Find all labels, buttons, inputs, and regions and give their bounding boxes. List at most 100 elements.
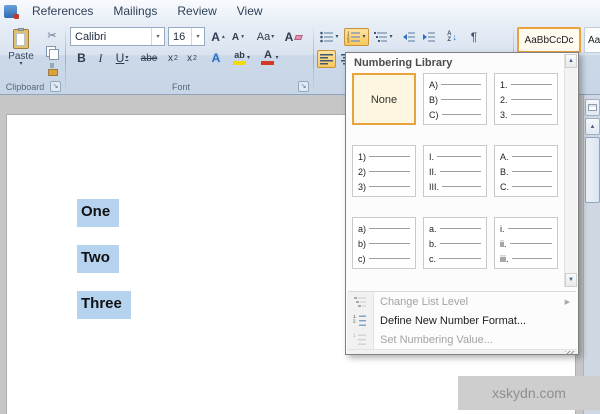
numbering-option-none[interactable]: None	[352, 73, 416, 125]
numbering-item-label: c)	[358, 253, 366, 264]
numbering-item-label: 1.	[500, 79, 508, 90]
change-case-button[interactable]: Aa ▾	[252, 28, 279, 46]
clipboard-dialog-launcher[interactable]: ↘	[50, 81, 61, 92]
selected-text-line[interactable]: Two	[77, 245, 119, 273]
format-painter-button[interactable]	[41, 61, 63, 77]
numbering-item-label: 3.	[500, 109, 508, 120]
numbering-option[interactable]: A) B) C)	[423, 73, 487, 125]
font-size-select[interactable]: 16 ▾	[168, 27, 205, 46]
scroll-up-button[interactable]: ▲	[585, 118, 600, 135]
ruler-icon	[588, 104, 597, 111]
bullets-button[interactable]: ▾	[317, 28, 342, 46]
format-painter-icon	[46, 63, 58, 76]
text-effects-button[interactable]: A	[206, 49, 226, 67]
subscript-button[interactable]: x2	[164, 49, 182, 67]
italic-button[interactable]: I	[92, 49, 109, 67]
grow-font-button[interactable]: A ▲	[209, 28, 228, 46]
svg-text:1: 1	[353, 333, 356, 338]
vertical-scrollbar[interactable]: ▲	[583, 95, 600, 414]
numbering-item-label: b.	[429, 238, 437, 249]
numbering-item-label: a.	[429, 223, 437, 234]
app-icon[interactable]	[4, 5, 19, 19]
numbering-item-label: a)	[358, 223, 367, 234]
show-paragraph-marks-button[interactable]: ¶	[465, 28, 483, 46]
numbering-option[interactable]: i. ii. iii.	[494, 217, 558, 269]
gallery-scrollbar[interactable]: ▲ ▼	[564, 54, 577, 287]
menu-define-new-number-format[interactable]: 1. 2. Define New Number Format...	[347, 311, 577, 330]
highlight-color-button[interactable]: ab ▾	[228, 49, 255, 67]
increase-indent-button[interactable]	[419, 28, 438, 46]
numbering-preview-row: A.	[500, 150, 552, 163]
numbering-option[interactable]: a) b) c)	[352, 217, 416, 269]
menu-change-list-level[interactable]: Change List Level ▶	[347, 292, 577, 311]
copy-button[interactable]	[41, 44, 63, 60]
numbering-option[interactable]: 1. 2. 3.	[494, 73, 558, 125]
tab-view[interactable]: View	[227, 0, 273, 23]
font-dialog-launcher[interactable]: ↘	[298, 81, 309, 92]
resize-grip[interactable]	[347, 349, 577, 354]
strikethrough-button[interactable]: abe	[136, 49, 162, 67]
tab-review[interactable]: Review	[167, 0, 226, 23]
multilevel-list-button[interactable]: ▾	[371, 28, 396, 46]
gallery-scroll-down-button[interactable]: ▼	[565, 273, 577, 287]
tab-mailings[interactable]: Mailings	[103, 0, 167, 23]
shrink-font-button[interactable]: A ▼	[229, 28, 248, 46]
selected-text-line[interactable]: One	[77, 199, 120, 227]
selected-text-line[interactable]: Three	[77, 291, 131, 319]
superscript-button[interactable]: x2	[183, 49, 201, 67]
style-normal[interactable]: AaBbCcDc	[517, 27, 581, 53]
preview-line	[511, 156, 552, 157]
numbering-preview-row: 1.	[500, 78, 552, 91]
preview-line	[442, 186, 481, 187]
svg-text:3: 3	[347, 39, 350, 43]
bold-button[interactable]: B	[72, 49, 91, 67]
paste-button[interactable]: Paste ▾	[4, 26, 38, 81]
align-left-button[interactable]	[317, 50, 336, 68]
ruler-toggle-button[interactable]	[585, 99, 600, 116]
sort-arrow-icon: ↓	[452, 32, 457, 42]
font-group-label: Font	[171, 82, 190, 92]
chevron-down-icon[interactable]: ▾	[151, 28, 164, 45]
scroll-up-icon: ▲	[589, 123, 596, 130]
numbering-preview-row: C.	[500, 180, 552, 193]
numbering-option[interactable]: I. II. III.	[423, 145, 487, 197]
numbering-preview-row: 3.	[500, 108, 552, 121]
chevron-down-icon: ▾	[389, 33, 393, 40]
numbering-option[interactable]: 1) 2) 3)	[352, 145, 416, 197]
copy-icon	[46, 46, 59, 60]
menu-set-numbering-value[interactable]: 1 Set Numbering Value...	[347, 330, 577, 349]
numbering-gallery: None A) B) C) 1. 2. 3. 1) 2) 3) I. II. III. A. B. C. a)…	[352, 73, 558, 269]
sort-button[interactable]: AZ ↓	[441, 28, 463, 46]
chevron-down-icon[interactable]: ▾	[191, 28, 204, 45]
numbering-option[interactable]: A. B. C.	[494, 145, 558, 197]
clear-formatting-button[interactable]: A	[282, 28, 305, 46]
pilcrow-icon: ¶	[470, 30, 478, 44]
scroll-up-icon: ▲	[568, 58, 574, 64]
numbering-preview-row: 2)	[358, 165, 410, 178]
preview-line	[369, 186, 410, 187]
numbering-button[interactable]: 123 ▾	[344, 28, 369, 46]
numbering-item-label: II.	[429, 166, 437, 177]
sort-az-icon: AZ	[447, 31, 452, 43]
preview-line	[512, 186, 552, 187]
align-left-icon	[320, 53, 333, 64]
numbering-option[interactable]: a. b. c.	[423, 217, 487, 269]
numbering-preview-row: C)	[429, 108, 481, 121]
preview-line	[441, 99, 481, 100]
decrease-indent-button[interactable]	[399, 28, 418, 46]
font-size-value: 16	[173, 30, 186, 43]
preview-line	[511, 258, 552, 259]
preview-line	[510, 84, 552, 85]
gallery-scroll-up-button[interactable]: ▲	[565, 54, 577, 68]
svg-text:2.: 2.	[353, 319, 357, 324]
preview-line	[441, 84, 481, 85]
font-family-select[interactable]: Calibri ▾	[70, 27, 165, 46]
scrollbar-thumb[interactable]	[585, 137, 600, 203]
preview-line	[510, 99, 552, 100]
cut-button[interactable]: ✂	[41, 27, 63, 43]
style-no-spacing[interactable]: AaBbCcDc	[584, 27, 600, 53]
tab-references[interactable]: References	[22, 0, 103, 23]
underline-button[interactable]: U ▾	[110, 49, 134, 67]
font-color-button[interactable]: A ▾	[258, 49, 282, 67]
numbering-icon: 123	[347, 31, 361, 43]
